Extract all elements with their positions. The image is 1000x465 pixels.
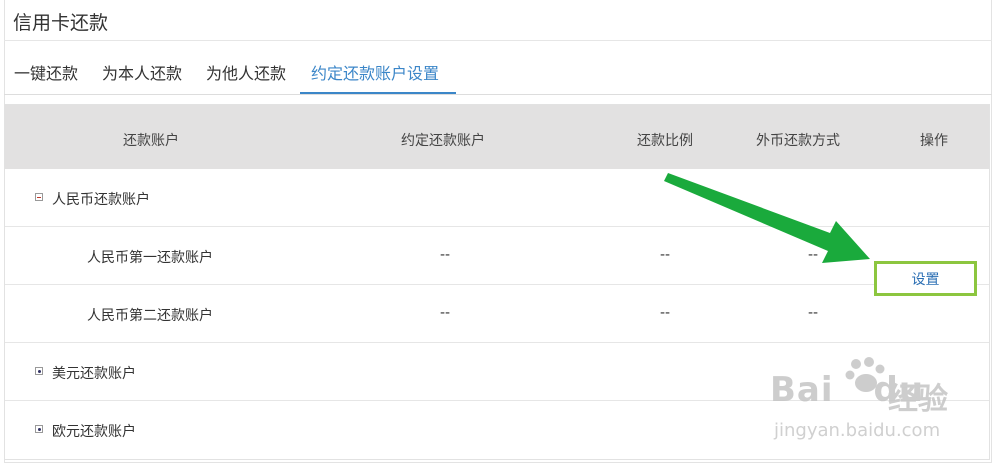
table-row: 人民币第二还款账户 -- -- -- bbox=[5, 285, 989, 343]
group-label: 人民币还款账户 bbox=[52, 192, 150, 208]
title-divider bbox=[4, 40, 992, 41]
settings-button[interactable]: 设置 bbox=[874, 261, 977, 296]
expand-icon[interactable] bbox=[35, 367, 43, 375]
group-label: 美元还款账户 bbox=[52, 366, 136, 382]
collapse-icon[interactable] bbox=[35, 193, 43, 201]
green-arrow-annotation bbox=[664, 173, 870, 263]
watermark-jingyan: 经验 bbox=[888, 382, 948, 417]
col-agreed-account: 约定还款账户 bbox=[401, 133, 485, 149]
ratio-value: -- bbox=[660, 305, 671, 321]
tab-repay-self[interactable]: 为本人还款 bbox=[102, 60, 182, 84]
account-name: 人民币第二还款账户 bbox=[87, 308, 213, 324]
baidu-jingyan-watermark: Bai du 经验 jingyan.baidu.com bbox=[770, 352, 990, 447]
col-foreign-method: 外币还款方式 bbox=[756, 133, 840, 149]
foreign-method-value: -- bbox=[808, 305, 819, 321]
col-repay-account: 还款账户 bbox=[123, 133, 179, 149]
tab-agreed-account-settings[interactable]: 约定还款账户设置 bbox=[311, 60, 439, 84]
watermark-logo-bai: Bai bbox=[770, 370, 834, 410]
tabs-divider bbox=[4, 94, 992, 95]
watermark-url: jingyan.baidu.com bbox=[774, 420, 941, 441]
col-action: 操作 bbox=[920, 133, 948, 149]
table-header: 还款账户 约定还款账户 还款比例 外币还款方式 操作 bbox=[5, 105, 989, 169]
agreed-account-value: -- bbox=[440, 305, 451, 321]
tab-repay-others[interactable]: 为他人还款 bbox=[206, 60, 286, 84]
expand-icon[interactable] bbox=[35, 425, 43, 433]
agreed-account-value: -- bbox=[440, 247, 451, 263]
tab-one-click-repay[interactable]: 一键还款 bbox=[14, 60, 78, 84]
col-repay-ratio: 还款比例 bbox=[637, 133, 693, 149]
page-title: 信用卡还款 bbox=[13, 12, 109, 34]
account-name: 人民币第一还款账户 bbox=[87, 250, 213, 266]
group-label: 欧元还款账户 bbox=[52, 424, 136, 440]
